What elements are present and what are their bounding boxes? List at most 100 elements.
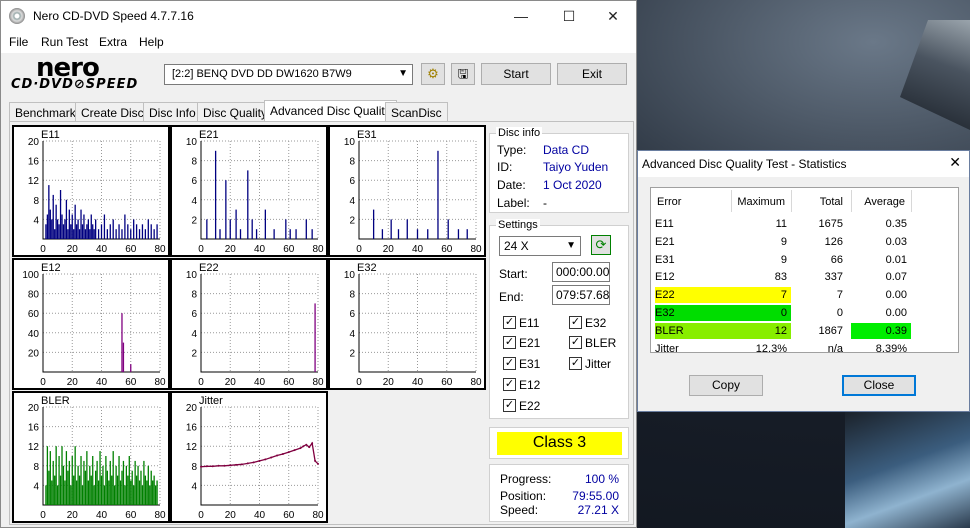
chart-title: E32 bbox=[357, 262, 377, 274]
stats-row-total: n/a bbox=[827, 342, 843, 355]
window-title: Nero CD-DVD Speed 4.7.7.16 bbox=[33, 9, 194, 23]
cd-dvd-speed-logo: CD·DVD⊘SPEED bbox=[11, 77, 139, 92]
x-tick-label: 80 bbox=[154, 510, 166, 521]
close-dialog-button[interactable]: Close bbox=[842, 375, 916, 396]
tab-scandisc[interactable]: ScanDisc bbox=[385, 102, 448, 122]
x-tick-label: 80 bbox=[470, 377, 482, 388]
x-tick-label: 60 bbox=[125, 244, 137, 255]
drive-select[interactable]: [2:2] BENQ DVD DD DW1620 B7W9 ▼ bbox=[164, 64, 413, 85]
stats-row-average: 0.03 bbox=[885, 235, 907, 248]
minimize-button[interactable]: — bbox=[499, 5, 543, 27]
stats-row-max: 9 bbox=[780, 253, 787, 266]
chart-svg: E12 0 20 40 60 80 20 40 60 80 100 bbox=[22, 262, 166, 388]
chart-title: E22 bbox=[199, 262, 219, 274]
start-time-field[interactable]: 000:00.00 bbox=[552, 262, 610, 282]
header-divider bbox=[851, 190, 852, 212]
tab-advanced-disc-quality[interactable]: Advanced Disc Quality bbox=[264, 100, 397, 122]
x-tick-label: 60 bbox=[441, 377, 453, 388]
x-tick-label: 80 bbox=[312, 510, 324, 521]
tab-create-disc[interactable]: Create Disc bbox=[75, 102, 150, 122]
stats-header: Total bbox=[819, 196, 843, 208]
menu-help[interactable]: Help bbox=[139, 35, 164, 49]
stats-row-average: 0.07 bbox=[885, 271, 907, 284]
y-tick-label: 20 bbox=[28, 403, 40, 414]
exit-button[interactable]: Exit bbox=[557, 63, 627, 85]
jitter-point bbox=[270, 456, 273, 459]
y-tick-label: 16 bbox=[28, 157, 40, 168]
checkbox-e12[interactable]: ✓ bbox=[503, 378, 516, 391]
checkbox-e21[interactable]: ✓ bbox=[503, 336, 516, 349]
end-label: End: bbox=[499, 290, 524, 304]
x-tick-label: 0 bbox=[198, 510, 204, 521]
stats-row-total: 66 bbox=[830, 253, 843, 266]
x-tick-label: 20 bbox=[225, 377, 237, 388]
y-tick-label: 4 bbox=[33, 481, 39, 492]
x-tick-label: 60 bbox=[283, 244, 295, 255]
y-tick-label: 8 bbox=[33, 462, 39, 473]
checkbox-e31[interactable]: ✓ bbox=[503, 357, 516, 370]
speed-select-value: 24 X bbox=[504, 239, 529, 253]
checkbox-e11[interactable]: ✓ bbox=[503, 316, 516, 329]
x-tick-label: 40 bbox=[254, 244, 266, 255]
jitter-point bbox=[200, 465, 202, 468]
stats-header: Error bbox=[657, 196, 682, 208]
title-bar: Nero CD-DVD Speed 4.7.7.16 — ☐ ✕ bbox=[1, 1, 636, 31]
chart-svg: E32 0 20 40 60 80 2 4 6 8 10 bbox=[344, 262, 482, 388]
progress-value: 100 % bbox=[584, 472, 619, 486]
x-tick-label: 0 bbox=[356, 244, 362, 255]
drive-info-button[interactable]: ⚙ bbox=[421, 63, 445, 85]
x-tick-label: 20 bbox=[67, 510, 79, 521]
chart-svg: BLER 0 20 40 60 80 4 8 12 16 20 bbox=[28, 395, 166, 521]
disc-type-label: Type: bbox=[497, 143, 527, 157]
end-time-field[interactable]: 079:57.68 bbox=[552, 285, 610, 305]
disc-id-label: ID: bbox=[497, 160, 513, 174]
position-label: Position: bbox=[500, 489, 547, 503]
save-button[interactable]: 🖫 bbox=[451, 63, 475, 85]
y-tick-label: 10 bbox=[344, 270, 356, 281]
disc-class-badge: Class 3 bbox=[497, 432, 622, 455]
tab-disc-info[interactable]: Disc Info bbox=[143, 102, 202, 122]
chart-bler: BLER 0 20 40 60 80 4 8 12 16 20 bbox=[12, 391, 170, 523]
checkbox-e32[interactable]: ✓ bbox=[569, 316, 582, 329]
y-tick-label: 4 bbox=[191, 329, 197, 340]
x-tick-label: 20 bbox=[383, 244, 395, 255]
disc-label-label: Label: bbox=[497, 196, 530, 210]
chart-jitter: Jitter 0 20 40 60 80 4 8 12 16 20 bbox=[170, 391, 328, 523]
stats-row-max: 12 bbox=[731, 322, 791, 339]
tab-disc-quality[interactable]: Disc Quality bbox=[197, 102, 274, 122]
jitter-point bbox=[308, 446, 311, 449]
x-tick-label: 60 bbox=[125, 377, 137, 388]
y-tick-label: 60 bbox=[28, 309, 40, 320]
stats-header: Maximum bbox=[737, 196, 785, 208]
stats-row-total: 1675 bbox=[818, 218, 843, 230]
speed-select[interactable]: 24 X ▼ bbox=[499, 236, 581, 256]
menu-file[interactable]: File bbox=[9, 35, 28, 49]
menu-extra[interactable]: Extra bbox=[99, 35, 127, 49]
menu-run-test[interactable]: Run Test bbox=[41, 35, 88, 49]
maximize-button[interactable]: ☐ bbox=[547, 5, 591, 27]
checkbox-jitter[interactable]: ✓ bbox=[569, 357, 582, 370]
disc-type-value: Data CD bbox=[543, 143, 590, 157]
chevron-down-icon: ▼ bbox=[398, 68, 408, 79]
stats-row-max: 12.3% bbox=[755, 342, 787, 355]
checkbox-e12-label: E12 bbox=[519, 378, 541, 392]
jitter-point bbox=[235, 463, 238, 466]
checkbox-bler[interactable]: ✓ bbox=[569, 336, 582, 349]
x-tick-label: 60 bbox=[283, 510, 295, 521]
x-tick-label: 40 bbox=[96, 244, 108, 255]
checkbox-e22[interactable]: ✓ bbox=[503, 399, 516, 412]
chart-svg: E11 0 20 40 60 80 4 8 12 16 20 bbox=[28, 129, 166, 255]
disc-icon bbox=[9, 8, 25, 24]
tab-benchmark[interactable]: Benchmark bbox=[9, 102, 82, 122]
close-icon[interactable]: ✕ bbox=[949, 154, 961, 171]
refresh-speed-button[interactable]: ⟳ bbox=[591, 235, 611, 255]
chart-e21: E21 0 20 40 60 80 2 4 6 8 10 bbox=[170, 125, 328, 257]
stats-row-total: 337 bbox=[824, 271, 843, 284]
y-tick-label: 2 bbox=[349, 215, 355, 226]
stats-header: Average bbox=[864, 196, 905, 208]
close-button[interactable]: ✕ bbox=[591, 5, 635, 27]
copy-button[interactable]: Copy bbox=[689, 375, 763, 396]
start-button[interactable]: Start bbox=[481, 63, 551, 85]
chevron-down-icon: ▼ bbox=[566, 240, 576, 251]
jitter-point bbox=[258, 459, 261, 462]
